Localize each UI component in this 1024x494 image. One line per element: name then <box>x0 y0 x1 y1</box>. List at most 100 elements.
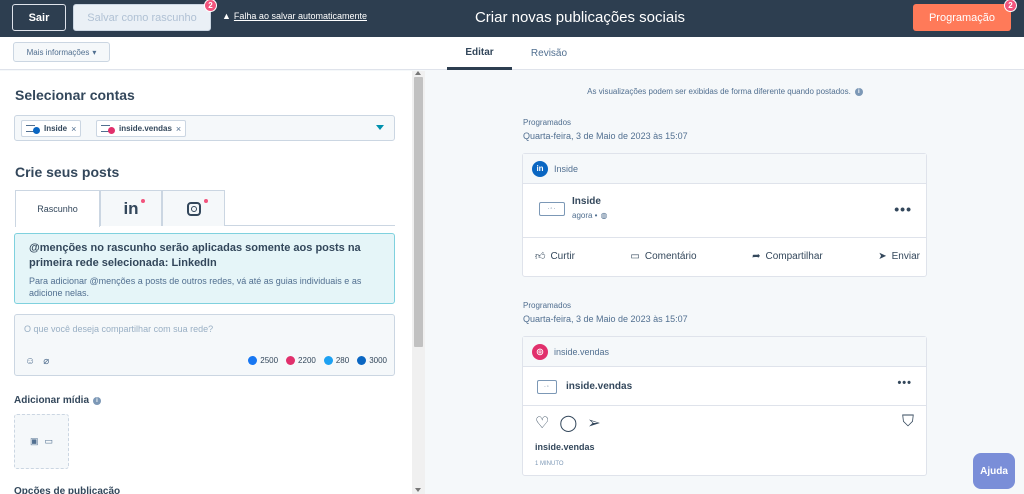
account-chip-label: Inside <box>44 124 68 133</box>
post-meta-text: agora • <box>572 211 598 220</box>
count-value: 2200 <box>298 356 316 365</box>
tab-linkedin[interactable]: in <box>100 190 162 226</box>
facebook-count: 2500 <box>248 356 278 365</box>
caption-author: inside.vendas <box>535 442 595 452</box>
linkedin-account-icon <box>26 124 40 134</box>
instagram-icon: ◎ <box>532 343 548 360</box>
thumbs-up-icon: 👍︎ <box>535 251 546 262</box>
info-body: Para adicionar @menções a posts de outro… <box>29 276 362 298</box>
comment-icon: ▭ <box>630 250 640 262</box>
preview-note-text: As visualizações podem ser exibidas de f… <box>587 87 851 96</box>
info-icon[interactable]: i <box>93 396 102 405</box>
post-author: inside.vendas <box>566 381 633 392</box>
dropdown-caret-icon[interactable] <box>376 125 384 130</box>
linkedin-count: 3000 <box>357 356 387 365</box>
card-header-name: inside.vendas <box>554 346 610 357</box>
mentions-info-alert: @menções no rascunho serão aplicadas som… <box>14 233 395 304</box>
instagram-actions: ♡ ◯ ➢ <box>535 413 601 433</box>
info-title: @menções no rascunho serão aplicadas som… <box>29 242 361 269</box>
send-icon[interactable]: ➢ <box>587 413 600 433</box>
heart-icon[interactable]: ♡ <box>535 413 549 433</box>
linkedin-icon: in <box>532 160 548 177</box>
publish-options-title: Opções de publicação <box>14 486 121 494</box>
add-media-dropzone[interactable]: ▣ ▭ <box>14 414 69 469</box>
composer-placeholder: O que você deseja compartilhar com sua r… <box>24 324 214 334</box>
tab-edit[interactable]: Editar <box>447 37 512 70</box>
error-dot <box>141 199 145 203</box>
more-info-button[interactable]: Mais informações ▾ <box>13 42 110 62</box>
linkedin-icon: in <box>123 198 139 218</box>
scheduled-date: Quarta-feira, 3 de Maio de 2023 às 15:07 <box>523 314 688 324</box>
post-time: 1 MINUTO <box>535 461 564 467</box>
remove-icon[interactable]: × <box>176 124 181 134</box>
add-media-label: Adicionar mídia i <box>14 395 102 406</box>
account-select[interactable]: Inside × inside.vendas × <box>14 115 395 141</box>
count-value: 280 <box>335 356 350 365</box>
account-chip-inside-vendas: inside.vendas × <box>96 120 187 137</box>
linkedin-icon <box>357 356 367 365</box>
video-icon[interactable]: ▭ <box>45 436 54 447</box>
emoji-icon[interactable]: ☺ <box>25 356 35 367</box>
scroll-down-icon[interactable] <box>415 488 421 492</box>
like-action[interactable]: 👍︎ Curtir <box>535 250 575 263</box>
company-logo: ∙◦∙ <box>539 202 565 216</box>
composer-tools: ☺ ⌀ <box>25 356 49 367</box>
post-author: Inside <box>572 196 601 207</box>
tab-draft-label: Rascunho <box>37 204 78 214</box>
post-meta: agora • ◍ <box>572 211 607 220</box>
scheduled-label: Programados <box>523 118 572 127</box>
count-value: 2500 <box>260 356 279 365</box>
send-action[interactable]: ➤ Enviar <box>878 250 920 262</box>
tab-draft[interactable]: Rascunho <box>15 190 100 227</box>
comment-action[interactable]: ▭ Comentário <box>630 250 696 262</box>
company-logo: ∙◦ <box>537 380 557 394</box>
comment-icon[interactable]: ◯ <box>559 413 577 433</box>
instagram-count: 2200 <box>286 356 316 365</box>
send-icon: ➤ <box>878 250 887 262</box>
character-counts: 2500 2200 280 3000 <box>248 356 387 365</box>
scroll-up-icon[interactable] <box>415 71 421 75</box>
select-accounts-title: Selecionar contas <box>15 87 135 103</box>
tab-review[interactable]: Revisão <box>517 37 581 70</box>
twitter-count: 280 <box>323 356 350 365</box>
caret-down-icon: ▾ <box>92 47 97 57</box>
schedule-button[interactable]: Programação <box>913 4 1011 31</box>
instagram-account-icon <box>101 124 115 134</box>
account-chip-inside: Inside × <box>21 120 82 137</box>
editor-panel: Selecionar contas Inside × inside.vendas… <box>0 71 425 494</box>
more-options-icon[interactable]: ••• <box>897 377 912 389</box>
share-icon: ➦ <box>752 250 761 262</box>
like-label: Curtir <box>550 250 575 262</box>
help-button[interactable]: Ajuda <box>973 453 1015 489</box>
preview-note: As visualizações podem ser exibidas de f… <box>520 87 930 96</box>
twitter-icon <box>323 356 333 365</box>
error-dot <box>204 199 208 203</box>
scroll-thumb[interactable] <box>414 77 423 347</box>
add-media-text: Adicionar mídia <box>14 395 90 406</box>
tab-instagram[interactable] <box>162 190 225 226</box>
card-header: in Inside <box>523 154 926 184</box>
top-bar: Sair Salvar como rascunho 2 ▲ Falha ao s… <box>0 0 1024 37</box>
network-tabs: Rascunho in <box>15 190 395 227</box>
create-posts-title: Crie seus posts <box>15 164 120 180</box>
instagram-icon <box>186 201 201 216</box>
count-value: 3000 <box>369 356 387 365</box>
card-header-name: Inside <box>554 163 579 174</box>
more-info-label: Mais informações <box>26 47 90 57</box>
info-icon[interactable]: i <box>854 87 863 96</box>
scheduled-date: Quarta-feira, 3 de Maio de 2023 às 15:07 <box>523 131 688 141</box>
share-label: Compartilhar <box>765 250 823 262</box>
account-chip-label: inside.vendas <box>119 124 172 133</box>
image-icon[interactable]: ▣ <box>30 436 39 447</box>
post-composer[interactable]: O que você deseja compartilhar com sua r… <box>14 314 395 376</box>
editor-scrollbar[interactable] <box>412 71 425 494</box>
instagram-preview-card: ◎ inside.vendas ∙◦ inside.vendas ••• ♡ ◯… <box>522 336 927 476</box>
attachment-icon[interactable]: ⌀ <box>43 356 49 367</box>
linkedin-preview-card: in Inside ∙◦∙ Inside agora • ◍ ••• 👍︎ Cur… <box>522 153 927 277</box>
share-action[interactable]: ➦ Compartilhar <box>752 250 823 262</box>
globe-icon: ◍ <box>600 211 608 220</box>
bookmark-icon[interactable]: ⛉ <box>902 413 914 431</box>
comment-label: Comentário <box>644 250 697 262</box>
more-options-icon[interactable]: ••• <box>894 201 912 217</box>
remove-icon[interactable]: × <box>71 124 76 134</box>
